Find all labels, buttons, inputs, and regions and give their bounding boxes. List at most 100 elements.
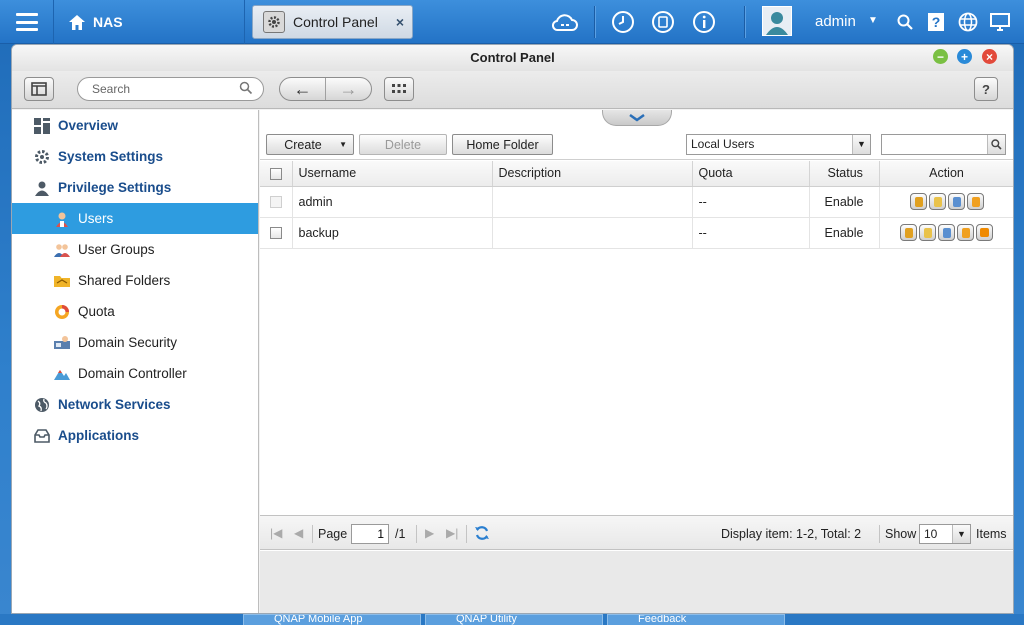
sidebar-item-label: Quota (78, 304, 115, 319)
user-menu-caret[interactable]: ▼ (868, 15, 878, 26)
user-search-input[interactable] (881, 134, 1006, 155)
delete-button[interactable]: Delete (359, 134, 447, 155)
hamburger-icon (15, 13, 38, 31)
sidebar-item-system-settings[interactable]: System Settings (12, 141, 258, 172)
column-header-username[interactable]: Username (292, 161, 493, 187)
next-page-icon[interactable]: ▶ (425, 526, 434, 540)
forward-button[interactable]: → (326, 78, 371, 100)
edit-privilege-icon[interactable] (957, 224, 974, 241)
row-checkbox[interactable] (269, 227, 282, 240)
user-groups-icon (54, 242, 70, 258)
column-header-quota[interactable]: Quota (692, 161, 810, 187)
sidebar-item-domain-security[interactable]: Domain Security (12, 327, 258, 358)
column-header-status[interactable]: Status (809, 161, 880, 187)
edit-privilege-icon[interactable] (966, 193, 984, 210)
domain-controller-icon (54, 366, 70, 382)
previous-page-icon[interactable]: ◀ (294, 526, 303, 540)
username-cell: backup (292, 217, 493, 249)
history-nav: ← → (279, 77, 372, 101)
edit-group-icon[interactable] (947, 193, 965, 210)
back-button[interactable]: ← (280, 78, 326, 100)
info-icon[interactable] (689, 7, 719, 37)
sidebar-item-applications[interactable]: Applications (12, 420, 258, 451)
maximize-icon[interactable]: + (957, 49, 972, 64)
sidebar-item-domain-controller[interactable]: Domain Controller (12, 358, 258, 389)
language-globe-icon[interactable] (953, 7, 983, 37)
search-input[interactable]: Search (77, 77, 264, 101)
quota-icon (54, 304, 70, 320)
desktop-icon[interactable] (985, 7, 1015, 37)
sidebar-item-overview[interactable]: Overview (12, 110, 258, 141)
page-size-value: 10 (924, 527, 938, 541)
status-cell: Enable (809, 217, 880, 249)
display-info: Display item: 1-2, Total: 2 (721, 527, 862, 541)
task-tab-label: Control Panel (293, 14, 378, 30)
nas-label: NAS (93, 14, 123, 30)
column-header-description[interactable]: Description (492, 161, 693, 187)
change-password-icon[interactable] (909, 193, 927, 210)
column-header-action: Action (879, 161, 1013, 187)
applications-icon (34, 428, 50, 444)
toggle-sidebar-button[interactable] (24, 77, 54, 101)
sidebar-item-user-groups[interactable]: User Groups (12, 234, 258, 265)
show-label: Show (885, 527, 917, 541)
cloud-icon[interactable] (550, 7, 580, 37)
user-type-select[interactable]: Local Users ▼ (686, 134, 871, 155)
chevron-down-icon (629, 113, 645, 122)
sidebar-item-network-services[interactable]: Network Services (12, 389, 258, 420)
clock-icon[interactable] (608, 7, 638, 37)
action-bar: Create ▼ Delete Home Folder Local Users … (260, 126, 1013, 160)
refresh-icon[interactable] (474, 525, 490, 544)
select-all-checkbox[interactable] (269, 167, 282, 180)
desktop-task-qnap-utility[interactable]: QNAP Utility (425, 614, 603, 625)
edit-profile-icon[interactable] (919, 224, 936, 241)
close-icon[interactable]: × (396, 14, 404, 30)
sidebar-item-users[interactable]: Users (12, 203, 258, 234)
user-icon (34, 180, 50, 196)
first-page-icon[interactable]: |◀ (270, 526, 282, 540)
sidebar-item-label: Privilege Settings (58, 180, 172, 195)
edit-profile-icon[interactable] (928, 193, 946, 210)
row-select-cell (260, 217, 293, 249)
control-panel-task-tab[interactable]: Control Panel × (252, 5, 413, 39)
nas-home-tab[interactable]: NAS (55, 0, 245, 44)
sidebar-item-label: Domain Security (78, 335, 178, 350)
page-number-input[interactable] (351, 524, 389, 544)
table-row[interactable]: backup -- Enable (260, 217, 1013, 249)
gear-icon (263, 11, 285, 33)
quota-cell: -- (692, 186, 810, 218)
desktop-task-feedback[interactable]: Feedback (607, 614, 785, 625)
create-label: Create (284, 137, 322, 152)
collapse-panel-tab[interactable] (602, 110, 672, 126)
sync-icon[interactable] (648, 7, 678, 37)
search-icon (239, 81, 253, 95)
page-size-select[interactable]: 10 ▼ (919, 524, 971, 544)
search-icon[interactable] (890, 7, 920, 37)
home-folder-button[interactable]: Home Folder (452, 134, 553, 155)
main-menu-button[interactable] (0, 0, 54, 44)
create-button[interactable]: Create ▼ (266, 134, 354, 155)
last-page-icon[interactable]: ▶| (446, 526, 458, 540)
search-icon[interactable] (987, 135, 1005, 154)
sidebar-item-shared-folders[interactable]: Shared Folders (12, 265, 258, 296)
users-icon (54, 211, 70, 227)
table-row[interactable]: admin -- Enable (260, 186, 1013, 218)
home-icon (69, 14, 85, 30)
user-name[interactable]: admin (815, 13, 856, 30)
sidebar-item-privilege-settings[interactable]: Privilege Settings (12, 172, 258, 203)
app-grid-button[interactable] (384, 77, 414, 101)
application-privilege-icon[interactable] (976, 224, 993, 241)
avatar[interactable] (762, 6, 792, 36)
help-button[interactable]: ? (974, 77, 998, 101)
domain-security-icon (54, 335, 70, 351)
help-icon[interactable]: ? (921, 7, 951, 37)
edit-group-icon[interactable] (938, 224, 955, 241)
close-window-icon[interactable]: × (982, 49, 997, 64)
desktop-task-qnap-mobile-app[interactable]: QNAP Mobile App (243, 614, 421, 625)
sidebar-item-label: Users (78, 211, 114, 226)
username-cell: admin (292, 186, 493, 218)
minimize-icon[interactable]: − (933, 49, 948, 64)
sidebar-item-quota[interactable]: Quota (12, 296, 258, 327)
change-password-icon[interactable] (900, 224, 917, 241)
action-cell (879, 186, 1013, 218)
